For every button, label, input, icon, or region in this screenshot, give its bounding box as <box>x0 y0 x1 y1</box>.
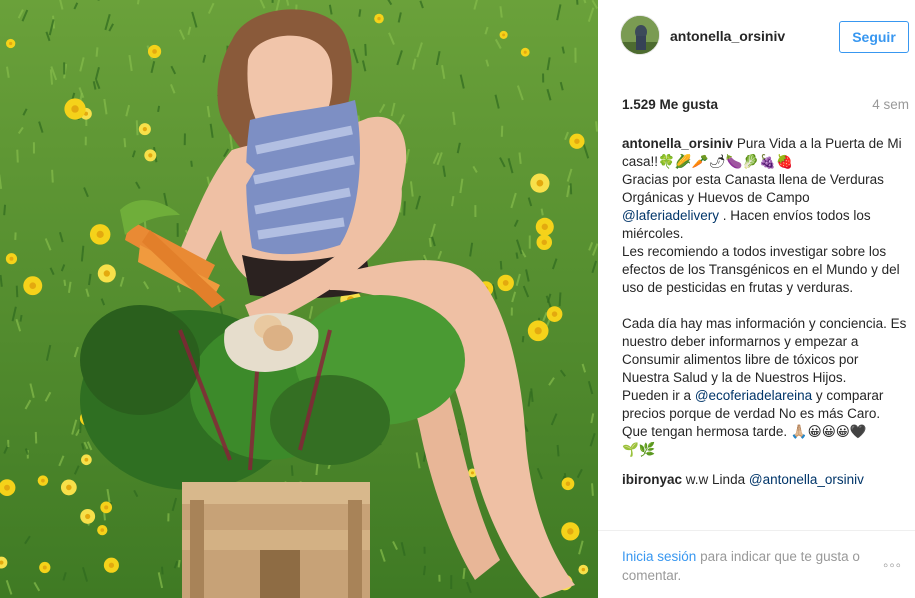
avatar[interactable] <box>620 15 660 55</box>
username-link[interactable]: antonella_orsiniv <box>670 28 785 44</box>
follow-button[interactable]: Seguir <box>839 21 909 53</box>
caption-text-6a: Pueden ir a <box>622 388 692 403</box>
login-prompt: Inicia sesión para indicar que te gusta … <box>622 547 882 585</box>
caption-text-2: Gracias por esta Canasta llena de Verdur… <box>622 172 884 205</box>
caption-author[interactable]: antonella_orsiniv <box>622 136 733 151</box>
post-header: antonella_orsiniv Seguir <box>598 0 915 72</box>
login-link[interactable]: Inicia sesión <box>622 549 696 564</box>
comments-list[interactable]: antonella_orsiniv Pura Vida a la Puerta … <box>622 135 909 530</box>
caption-comment: antonella_orsiniv Pura Vida a la Puerta … <box>622 135 909 459</box>
likes-row: 1.529 Me gusta 4 sem <box>622 97 909 117</box>
post-photo[interactable] <box>0 0 598 598</box>
comment-author[interactable]: ibironyac <box>622 472 682 487</box>
post-side-panel: antonella_orsiniv Seguir 1.529 Me gusta … <box>598 0 915 598</box>
avatar-image <box>621 16 659 54</box>
comment-text: w.w Linda <box>685 472 746 487</box>
caption-line-5: Cada día hay mas información y concienci… <box>622 316 907 385</box>
caption-line-1: antonella_orsiniv Pura Vida a la Puerta … <box>622 135 909 171</box>
caption-blank-line <box>622 297 909 315</box>
caption-line-8: 🌱🌿 <box>622 442 656 457</box>
comment-item: ibironyac w.w Linda @antonella_orsiniv <box>622 471 909 489</box>
caption-line-6: Pueden ir a @ecoferiadelareina y compara… <box>622 387 909 423</box>
post-age[interactable]: 4 sem <box>872 97 909 112</box>
caption-line-2: Gracias por esta Canasta llena de Verdur… <box>622 171 909 243</box>
mention-ecoferiadelareina[interactable]: @ecoferiadelareina <box>695 388 812 403</box>
wooden-crate <box>182 482 370 598</box>
mention-laferiadelivery[interactable]: @laferiadelivery <box>622 208 719 223</box>
more-options-icon[interactable]: ◦◦◦ <box>883 557 902 574</box>
caption-line-4: Les recomiendo a todos investigar sobre … <box>622 244 900 295</box>
caption-line-7: Que tengan hermosa tarde. 🙏🏼😀😀😀🖤 <box>622 424 867 439</box>
post-footer: Inicia sesión para indicar que te gusta … <box>598 530 915 598</box>
mention-antonella[interactable]: @antonella_orsiniv <box>749 472 864 487</box>
likes-count[interactable]: 1.529 Me gusta <box>622 97 718 112</box>
photo-illustration <box>0 0 598 598</box>
